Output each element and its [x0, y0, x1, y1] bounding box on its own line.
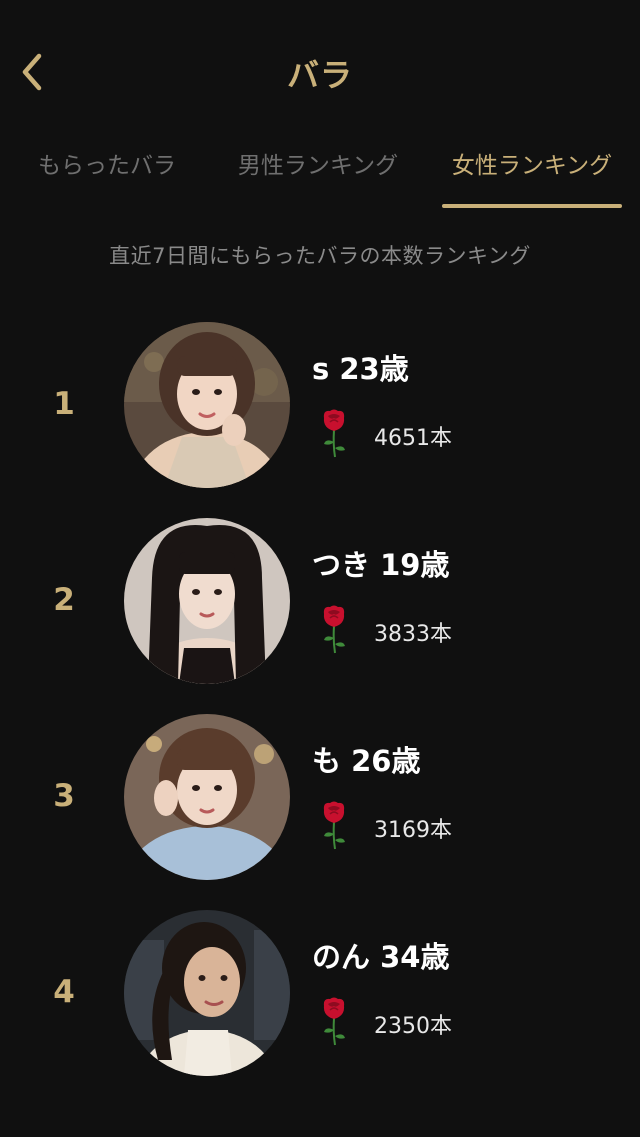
rose-count: 4651本 [374, 426, 452, 451]
user-name-age: s 23歳 [312, 352, 409, 386]
ranking-row[interactable]: 1 s 23歳 4651本 [0, 320, 640, 516]
tab-bar: もらったバラ 男性ランキング 女性ランキング [0, 130, 640, 210]
rose-count: 3169本 [374, 818, 452, 843]
tab-received-roses[interactable]: もらったバラ [18, 146, 196, 194]
ranking-description: 直近7日間にもらったバラの本数ランキング [109, 244, 531, 268]
ranking-row[interactable]: 4 のん 34歳 2350本 [0, 908, 640, 1104]
avatar[interactable] [124, 714, 290, 880]
avatar[interactable] [124, 518, 290, 684]
rose-count: 3833本 [374, 622, 452, 647]
avatar[interactable] [124, 322, 290, 488]
rose-count: 2350本 [374, 1014, 452, 1039]
user-name-age: も 26歳 [312, 744, 421, 778]
tab-male-ranking[interactable]: 男性ランキング [222, 146, 414, 194]
header: バラ [0, 0, 640, 140]
rose-icon [323, 997, 345, 1046]
active-tab-indicator [442, 204, 622, 208]
ranking-screen: バラ もらったバラ 男性ランキング 女性ランキング 直近7日間にもらったバラの本… [0, 0, 640, 1137]
user-name-age: つき 19歳 [312, 548, 450, 582]
rose-icon [323, 409, 345, 458]
avatar[interactable] [124, 910, 290, 1076]
rank-number: 1 [53, 386, 75, 422]
rank-number: 4 [53, 974, 75, 1010]
user-name-age: のん 34歳 [312, 940, 450, 974]
tab-female-ranking[interactable]: 女性ランキング [436, 146, 628, 194]
rose-icon [323, 801, 345, 850]
ranking-row[interactable]: 2 つき 19歳 3833本 [0, 516, 640, 712]
ranking-row[interactable]: 3 も 26歳 3169本 [0, 712, 640, 908]
rose-icon [323, 605, 345, 654]
ranking-list: 1 s 23歳 4651本 2 つき 19歳 3833本 3 も 26歳 316… [0, 320, 640, 1104]
rank-number: 2 [53, 582, 75, 618]
page-title: バラ [286, 56, 353, 94]
rank-number: 3 [53, 778, 75, 814]
